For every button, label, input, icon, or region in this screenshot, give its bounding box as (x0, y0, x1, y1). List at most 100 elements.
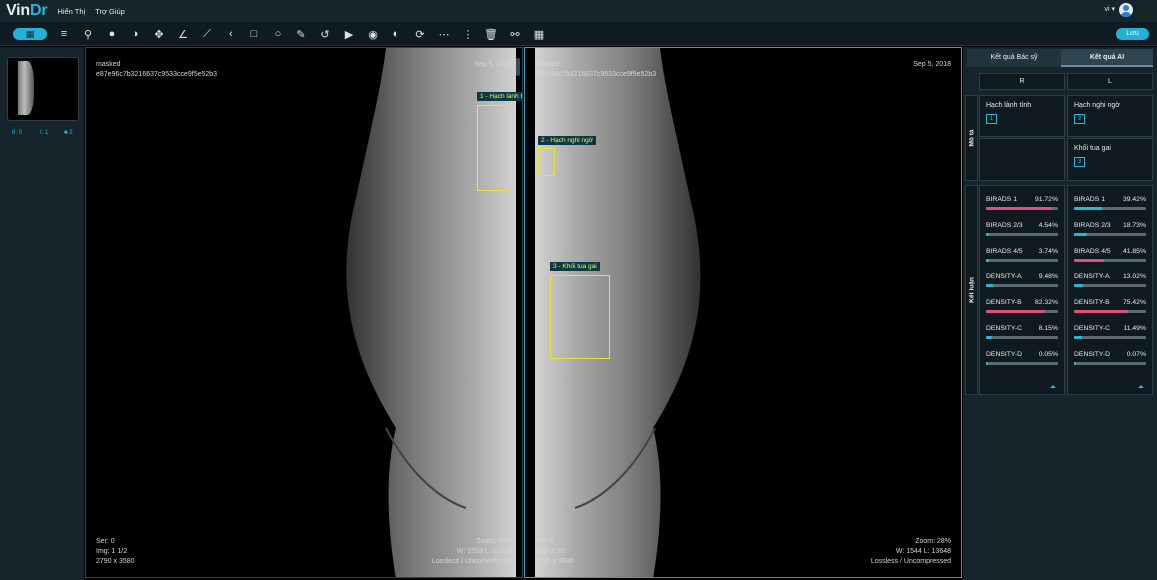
tab-ai-result[interactable]: Kết quả AI (1061, 49, 1153, 67)
finding-label: 1 - Hạch lành tính (477, 92, 522, 101)
ruler-icon[interactable]: ⟋ (200, 27, 214, 41)
finding-label: 2 - Hạch nghi ngờ (538, 136, 596, 145)
study-date: Sep 5, 2018 (913, 61, 951, 68)
mammogram-image (346, 48, 516, 577)
metric-row: BIRADS 2/3 18.73% (1074, 222, 1146, 246)
circle-filled-icon[interactable]: ● (105, 27, 119, 41)
metric-bar (986, 232, 1058, 236)
search-icon[interactable]: ⚲ (81, 27, 95, 41)
metric-bar (1074, 361, 1146, 365)
image-number: Img: 1 1/2 (96, 548, 128, 555)
metric-bar-fill (1074, 232, 1088, 236)
menu-help[interactable]: Trợ Giúp (95, 7, 125, 16)
metric-bar-fill (986, 361, 989, 365)
metric-bar-fill (1074, 258, 1105, 262)
thumbnail-image-count: I: 1 (40, 130, 49, 136)
target-icon[interactable]: ◉ (366, 27, 380, 41)
tab-doctor-result[interactable]: Kết quả Bác sỹ (967, 49, 1061, 67)
metric-bar (1074, 258, 1146, 262)
window-level: W: 1544 L: 13648 (895, 548, 951, 555)
vindr-logo[interactable]: VinDr (6, 2, 48, 20)
image-number: Img: 2 2/2 (535, 548, 567, 555)
user-avatar[interactable] (1119, 3, 1133, 17)
description-right-box: Hạch lành tính 1 (979, 95, 1065, 137)
finding-item[interactable]: Hạch nghi ngờ 2 (1074, 102, 1120, 124)
metric-label: DENSITY-D (1074, 350, 1111, 358)
metric-bar (986, 207, 1058, 210)
rectangle-icon[interactable]: □ (247, 27, 261, 41)
finding-box[interactable] (538, 148, 555, 176)
language-select[interactable]: vi ▾ (1104, 5, 1115, 13)
metric-bar-fill (986, 207, 1053, 210)
metric-bar-fill (986, 284, 993, 288)
metric-bar-fill (986, 232, 990, 236)
link-icon[interactable]: ⚯ (508, 27, 522, 41)
patient-name: masked (535, 61, 560, 68)
ellipse-icon[interactable]: ○ (271, 27, 285, 41)
metric-value: 3.74% (1038, 247, 1058, 255)
study-date: Sep 5, 2018 (474, 61, 512, 68)
collapse-arrow-icon[interactable] (1138, 385, 1144, 388)
metric-bar (1074, 232, 1146, 236)
viewport-left[interactable]: masked e87e96c7b3216637c9533cce9f5e52b3 … (85, 47, 523, 578)
metric-value: 39.42% (1122, 196, 1146, 203)
menubar: VinDr Hiển Thị Trợ Giúp vi ▾ (0, 0, 1157, 22)
contrast-icon[interactable]: ◑ (128, 27, 142, 41)
viewport-scrollbar[interactable] (516, 58, 520, 76)
freehand-icon[interactable]: ✎ (294, 27, 308, 41)
metric-label: BIRADS 1 (986, 196, 1017, 203)
grid-layout-icon: ▦ (25, 28, 35, 39)
side-header-left: L (1067, 73, 1153, 90)
description-left-box: Hạch nghi ngờ 2 (1067, 95, 1153, 137)
metric-row: DENSITY-A 13.02% (1074, 273, 1146, 297)
menu-view[interactable]: Hiển Thị (57, 7, 85, 16)
conclusion-right-box: BIRADS 1 91.72% BIRADS 2/3 4.54% BIRADS 4/5 3… (979, 185, 1065, 395)
save-button[interactable]: Lưu (1116, 28, 1149, 40)
reset-icon[interactable]: ⟳ (413, 27, 427, 41)
thumbnail-panel: 8: 0 I: 1 ■ 2 (0, 47, 84, 580)
metric-bar (986, 336, 1058, 339)
series-number: Ser: 0 (96, 538, 115, 545)
window-level: W: 1593 L: 13418 (456, 548, 512, 555)
series-thumbnail[interactable] (7, 57, 79, 121)
metric-value: 18.73% (1122, 221, 1146, 229)
move-icon[interactable]: ✥ (152, 27, 166, 41)
undo-icon[interactable]: ↺ (318, 27, 332, 41)
zoom-level: Zoom: 28% (915, 538, 951, 545)
finding-box[interactable] (477, 105, 510, 191)
overlay-top-left: masked e87e96c7b3216637c9533cce9f5e52b3 (96, 60, 217, 80)
invert-icon[interactable]: ◐ (389, 27, 403, 41)
angle-measure-icon[interactable]: ∠ (176, 27, 190, 41)
cine-icon[interactable]: ▶ (342, 27, 356, 41)
finding-item[interactable]: Hạch lành tính 1 (986, 102, 1031, 124)
trash-icon[interactable]: 🗑 (484, 27, 498, 41)
collapse-arrow-icon[interactable] (1050, 385, 1056, 388)
metric-bar-fill (1074, 284, 1084, 288)
metric-row: BIRADS 1 91.72% (986, 196, 1058, 220)
overlay-bottom-left: Ser: 0 Img: 2 2/2 2790 x 3580 (535, 537, 574, 567)
layout-button[interactable]: ▦ (13, 28, 47, 40)
more-vertical-icon[interactable]: ⋮ (461, 27, 475, 41)
section-description: Mô tả (965, 95, 978, 181)
section-conclusion: Kết luận (965, 185, 978, 395)
series-number: Ser: 0 (535, 538, 554, 545)
image-size: 2790 x 3580 (96, 558, 135, 565)
metric-value: 11.49% (1123, 325, 1146, 332)
grid-icon[interactable]: ▦ (532, 27, 546, 41)
chevron-left-icon[interactable]: ‹ (224, 27, 238, 41)
overlay-top-left: masked e87e96c7b3216637c9533cce9f5e52b3 (535, 60, 656, 80)
viewport-right[interactable]: masked e87e96c7b3216637c9533cce9f5e52b3 … (524, 47, 962, 578)
finding-box[interactable] (550, 275, 610, 359)
metric-bar (986, 310, 1058, 314)
metric-value: 8.15% (1038, 325, 1058, 332)
more-horizontal-icon[interactable]: ⋯ (437, 27, 451, 41)
metric-row: DENSITY-D 0.07% (1074, 351, 1146, 375)
metric-label: DENSITY-C (1074, 325, 1111, 332)
metric-bar (1074, 310, 1146, 314)
finding-label: 3 - Khối tua gai (550, 262, 600, 271)
metric-bar-fill (986, 258, 989, 262)
finding-item[interactable]: Khối tua gai 3 (1074, 145, 1111, 167)
overlay-bottom-left: Ser: 0 Img: 1 1/2 2790 x 3580 (96, 537, 135, 567)
thumbnail-annotation-count: ■ 2 (64, 130, 73, 136)
list-icon[interactable]: ≡ (57, 27, 71, 41)
